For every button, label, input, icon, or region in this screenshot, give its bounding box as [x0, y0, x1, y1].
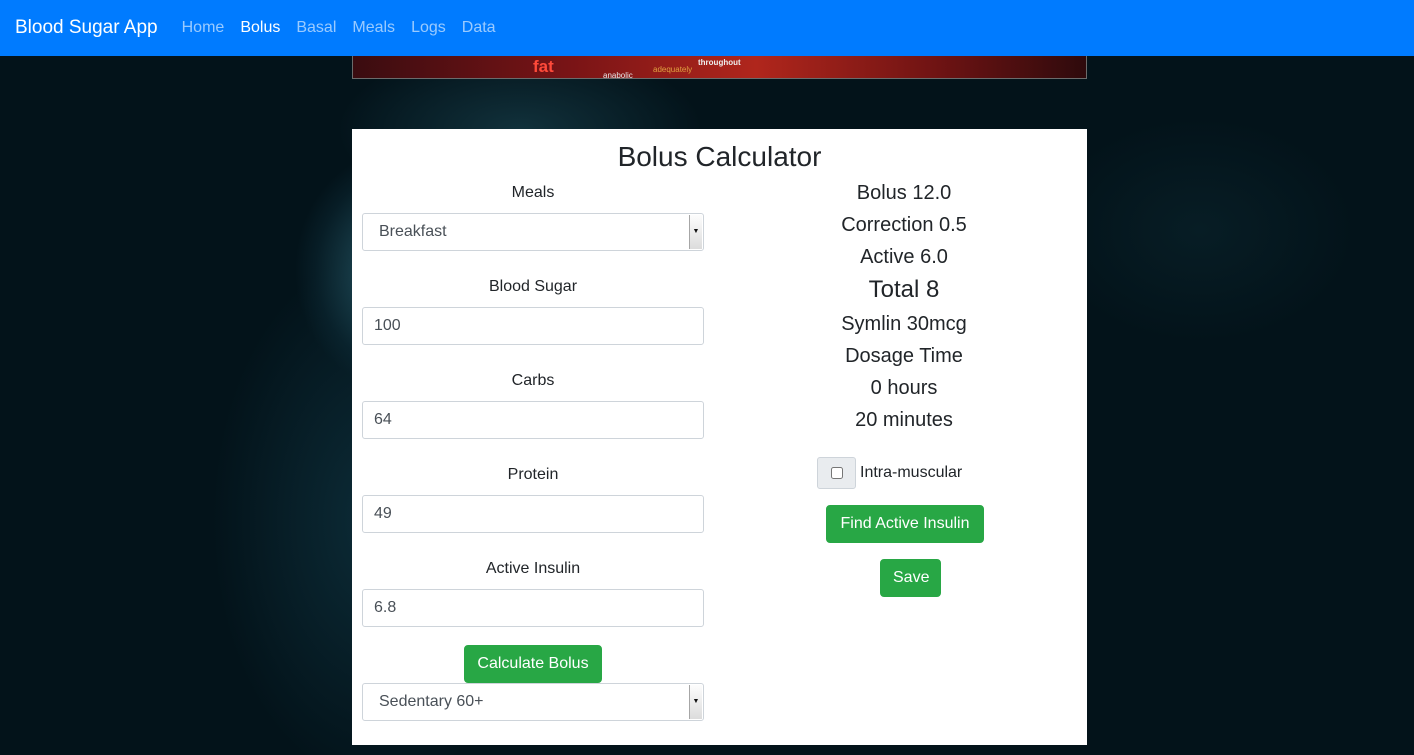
banner-word-adequately: adequately [653, 65, 693, 74]
dosage-time-label: Dosage Time [845, 345, 963, 367]
dosage-hours: 0 hours [870, 377, 938, 399]
carbs-label: Carbs [511, 372, 555, 389]
total-result: Total 8 [868, 276, 940, 303]
nav-link-home[interactable]: Home [182, 19, 225, 37]
intramuscular-option: Intra-muscular [817, 457, 962, 489]
carbs-input[interactable]: 64 [362, 401, 704, 439]
active-result: Active 6.0 [860, 246, 948, 268]
nav-link-basal[interactable]: Basal [296, 19, 336, 37]
meals-select-value: Breakfast [379, 223, 447, 240]
activity-level-select[interactable]: Sedentary 60+ ▼ [362, 683, 704, 721]
chevron-down-icon[interactable]: ▼ [689, 685, 702, 719]
symlin-result: Symlin 30mcg [841, 313, 967, 335]
meals-label: Meals [511, 184, 555, 201]
nav-link-data[interactable]: Data [462, 19, 496, 37]
find-active-insulin-button[interactable]: Find Active Insulin [826, 505, 984, 543]
intramuscular-checkbox-wrapper [817, 457, 856, 489]
banner-word-anabolic: anabolic [603, 71, 633, 79]
active-insulin-input[interactable]: 6.8 [362, 589, 704, 627]
bolus-calculator-card: Bolus Calculator Meals Breakfast ▼ Blood… [352, 129, 1087, 745]
intramuscular-label[interactable]: Intra-muscular [860, 464, 962, 482]
page-title: Bolus Calculator [617, 141, 822, 172]
nav-link-bolus[interactable]: Bolus [240, 19, 280, 37]
results-panel: Bolus 12.0 Correction 0.5 Active 6.0 Tot… [756, 181, 1052, 440]
bolus-result: Bolus 12.0 [856, 182, 952, 204]
nav-link-logs[interactable]: Logs [411, 19, 446, 37]
navbar: Blood Sugar App Home Bolus Basal Meals L… [0, 0, 1414, 56]
correction-result: Correction 0.5 [841, 214, 967, 236]
protein-input[interactable]: 49 [362, 495, 704, 533]
calculate-bolus-button[interactable]: Calculate Bolus [464, 645, 602, 683]
banner-word-fat: fat [533, 57, 554, 76]
chevron-down-icon[interactable]: ▼ [689, 215, 702, 249]
blood-sugar-input[interactable]: 100 [362, 307, 704, 345]
save-button[interactable]: Save [880, 559, 941, 597]
nav-link-meals[interactable]: Meals [352, 19, 395, 37]
protein-label: Protein [507, 466, 559, 483]
blood-sugar-label: Blood Sugar [488, 278, 578, 295]
brand-link[interactable]: Blood Sugar App [15, 17, 158, 39]
meals-select[interactable]: Breakfast ▼ [362, 213, 704, 251]
banner-word-throughout: throughout [698, 58, 741, 67]
intramuscular-checkbox[interactable] [830, 467, 843, 479]
active-insulin-label: Active Insulin [485, 560, 581, 577]
dosage-minutes: 20 minutes [855, 409, 953, 431]
activity-level-select-value: Sedentary 60+ [379, 693, 484, 710]
